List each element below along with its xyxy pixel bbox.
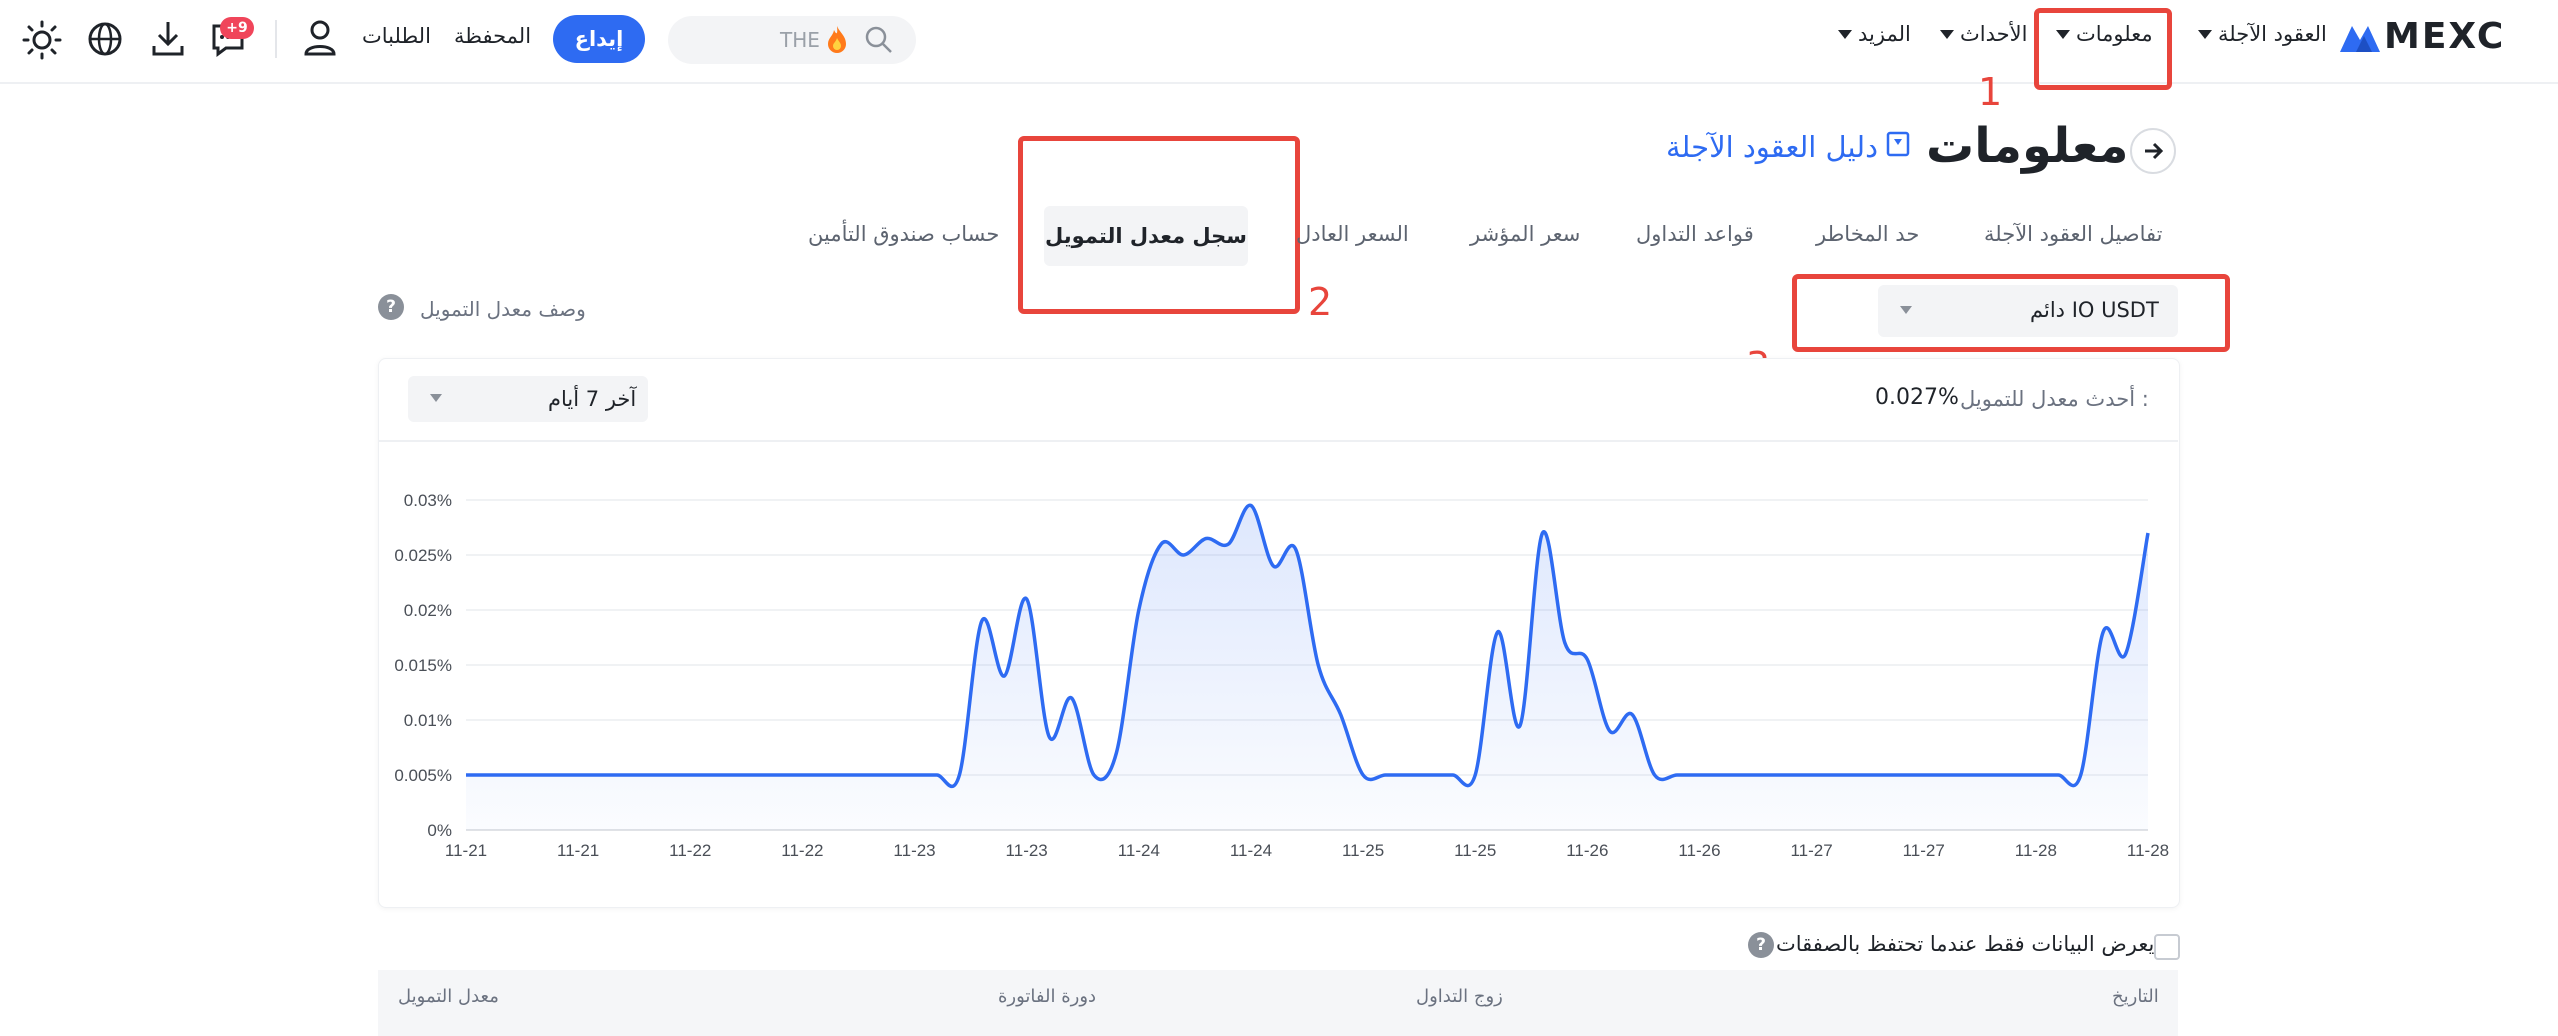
question-icon[interactable]: ? [378, 294, 404, 320]
tab-index-price[interactable]: سعر المؤشر [1470, 222, 1580, 246]
tab-futures-details[interactable]: تفاصيل العقود الآجلة [1984, 222, 2162, 246]
chevron-down-icon [1838, 29, 1852, 39]
x-tick-label: 11-23 [1006, 841, 1048, 860]
x-tick-label: 11-28 [2127, 841, 2169, 860]
x-tick-label: 11-27 [1790, 841, 1832, 860]
only-positions-label: يعرض البيانات فقط عندما تحتفظ بالصفقات [1776, 932, 2155, 956]
user-icon[interactable] [302, 18, 338, 62]
tab-trading-rules[interactable]: قواعد التداول [1636, 222, 1754, 246]
time-range-value: آخر 7 أيام [548, 387, 637, 411]
x-tick-label: 11-27 [1903, 841, 1945, 860]
x-tick-label: 11-25 [1342, 841, 1384, 860]
x-tick-label: 11-22 [669, 841, 711, 860]
nav-events-label: الأحداث [1960, 22, 2028, 46]
search-icon [864, 25, 894, 59]
only-positions-checkbox[interactable] [2154, 934, 2180, 960]
nav-events[interactable]: الأحداث [1940, 22, 2027, 46]
symbol-select-value: دائم IO USDT [2030, 298, 2159, 322]
chevron-down-icon [430, 394, 442, 402]
guide-icon [1886, 130, 1910, 164]
deposit-button[interactable]: إيداع [553, 15, 645, 63]
search-placeholder: THE [780, 28, 820, 52]
orders-link[interactable]: الطلبات [362, 24, 431, 48]
globe-icon[interactable] [86, 20, 124, 62]
download-icon[interactable] [150, 18, 186, 62]
x-tick-label: 11-26 [1566, 841, 1608, 860]
tab-risk-limit[interactable]: حد المخاطر [1816, 222, 1919, 246]
x-tick-label: 11-24 [1230, 841, 1272, 860]
x-tick-label: 11-28 [2015, 841, 2057, 860]
nav-more-label: المزيد [1858, 22, 1911, 46]
card-divider [378, 440, 2178, 442]
y-tick-label: 0.025% [394, 546, 452, 565]
y-tick-label: 0% [427, 821, 452, 840]
y-tick-label: 0.01% [404, 711, 452, 730]
x-tick-label: 11-22 [781, 841, 823, 860]
column-header-pair: زوج التداول [1416, 986, 1503, 1007]
guide-link-label: دليل العقود الآجلة [1666, 130, 1879, 164]
nav-futures[interactable]: العقود الآجلة [2198, 22, 2327, 46]
page-title: معلومات [1926, 118, 2129, 174]
funding-rate-chart[interactable]: 0% 0.005% 0.01% 0.015% 0.02% 0.025% 0.03% 11-2… [378, 450, 2178, 870]
latest-funding-rate-label: أحدث معدل للتمويل : [1960, 387, 2149, 411]
chevron-down-icon [2198, 29, 2212, 39]
nav-divider [275, 20, 277, 58]
tab-insurance-fund[interactable]: حساب صندوق التأمين [808, 222, 999, 246]
nav-futures-label: العقود الآجلة [2218, 22, 2327, 46]
tab-funding-rate-history[interactable]: سجل معدل التمويل [1044, 206, 1248, 266]
annotation-number-1: 1 [1978, 70, 2003, 114]
wallet-link[interactable]: المحفظة [454, 24, 531, 48]
arrow-right-icon [2145, 142, 2164, 160]
chevron-down-icon [1900, 306, 1912, 314]
column-header-billing-cycle: دورة الفاتورة [998, 986, 1097, 1007]
y-tick-label: 0.015% [394, 656, 452, 675]
y-tick-label: 0.02% [404, 601, 452, 620]
x-tick-label: 11-23 [893, 841, 935, 860]
sun-icon[interactable] [22, 20, 62, 64]
question-icon[interactable]: ? [1748, 932, 1774, 958]
column-header-funding-rate: معدل التمويل [398, 986, 499, 1007]
fire-icon [824, 24, 850, 58]
funding-rate-description-link[interactable]: وصف معدل التمويل [420, 297, 586, 321]
nav-more[interactable]: المزيد [1838, 22, 1911, 46]
latest-funding-rate-value: 0.027% [1875, 385, 1959, 410]
futures-guide-link[interactable]: دليل العقود الآجلة [1666, 130, 1910, 164]
y-tick-label: 0.03% [404, 491, 452, 510]
column-header-date: التاريخ [2112, 986, 2159, 1007]
back-button[interactable] [2130, 128, 2176, 174]
x-tick-label: 11-21 [445, 841, 487, 860]
x-tick-label: 11-24 [1118, 841, 1160, 860]
x-tick-label: 11-26 [1678, 841, 1720, 860]
y-tick-label: 0.005% [394, 766, 452, 785]
logo-text[interactable]: MEXC [2384, 16, 2505, 57]
chevron-down-icon [1940, 29, 1954, 39]
funding-rate-area [466, 505, 2148, 830]
tab-fair-price[interactable]: السعر العادل [1296, 222, 1409, 246]
notification-badge: +9 [220, 17, 254, 39]
x-tick-label: 11-25 [1454, 841, 1496, 860]
annotation-number-2: 2 [1308, 280, 1333, 324]
mexc-logo-icon[interactable] [2338, 20, 2382, 58]
annotation-box-1 [2034, 8, 2172, 90]
history-table-header [378, 970, 2178, 1036]
x-tick-label: 11-21 [557, 841, 599, 860]
